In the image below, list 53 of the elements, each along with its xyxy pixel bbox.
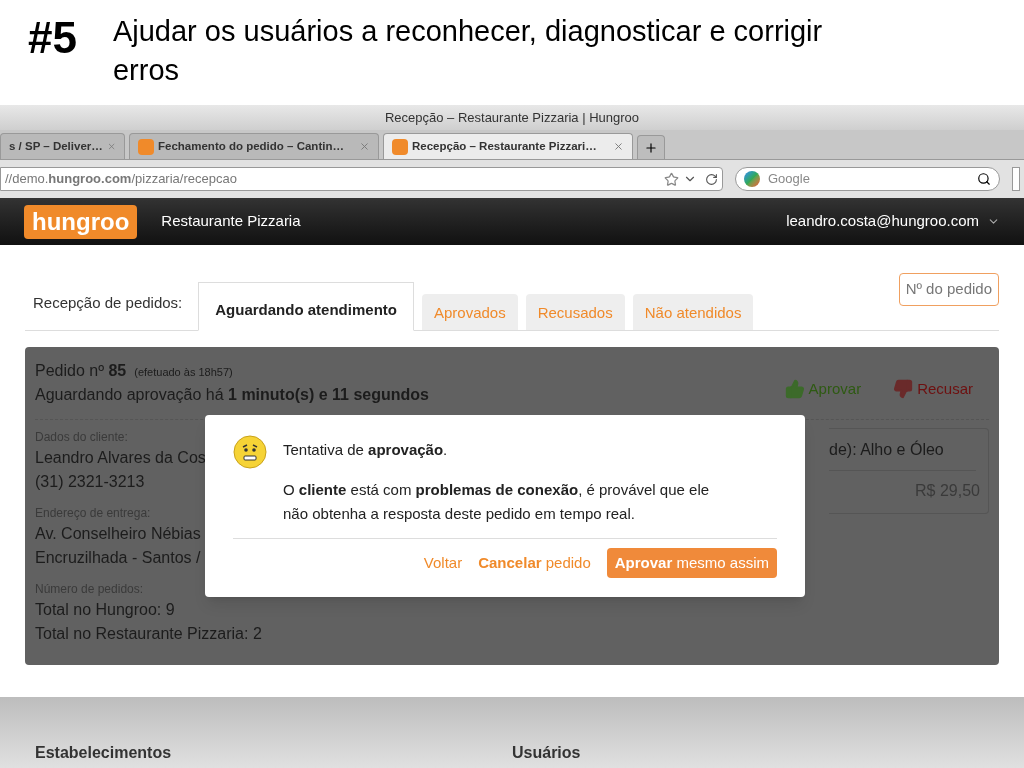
plus-icon xyxy=(644,140,658,155)
worried-emoji-icon xyxy=(233,435,267,469)
url-text: //demo.hungroo.com/pizzaria/recepcao xyxy=(5,170,238,189)
new-tab-button[interactable] xyxy=(637,135,665,159)
url-field[interactable]: //demo.hungroo.com/pizzaria/recepcao xyxy=(0,167,723,191)
footer-heading: Usuários xyxy=(512,743,582,763)
thumbs-up-icon xyxy=(784,379,805,399)
reload-icon[interactable] xyxy=(705,172,718,186)
detail-text: Total no Hungroo: 9 xyxy=(35,600,175,620)
close-icon[interactable] xyxy=(613,141,624,152)
dialog-link[interactable]: Voltar xyxy=(423,551,463,574)
restaurant-name: Restaurante Pizzaria xyxy=(161,211,301,232)
order-status-tab[interactable]: Recusados xyxy=(525,294,625,330)
approve-anyway-button[interactable]: Aprovar mesmo assim xyxy=(606,547,777,578)
tab-label: Fechamento do pedido – Cantin… xyxy=(158,138,345,154)
detail-text: Encruzilhada - Santos / xyxy=(35,548,201,568)
approve-button[interactable]: Aprovar xyxy=(784,377,862,401)
toolbar-button[interactable] xyxy=(1012,167,1020,191)
search-placeholder: Google xyxy=(768,170,811,189)
slide-number: #5 xyxy=(28,16,77,60)
order-status-tab[interactable]: Aguardando atendimento xyxy=(198,282,414,331)
dialog-link[interactable]: Cancelar pedido xyxy=(478,551,591,574)
search-icon[interactable] xyxy=(977,172,991,186)
footer-heading: Estabelecimentos xyxy=(35,743,173,763)
slide-title: Ajudar os usuários a reconhecer, diagnosticar e corrigir erros xyxy=(112,14,824,88)
detail-text: Av. Conselheiro Nébias xyxy=(35,524,201,544)
hungroo-logo[interactable]: hungroo xyxy=(24,204,138,239)
order-time: (efetuado às 18h57) xyxy=(134,365,233,380)
order-number-field[interactable]: Nº do pedido xyxy=(898,273,999,306)
detail-text: (31) 2321-3213 xyxy=(35,472,145,492)
reception-label: Recepção de pedidos: xyxy=(32,292,184,313)
tab-label: s / SP – Deliver… xyxy=(9,138,103,154)
detail-text: Total no Restaurante Pizzaria: 2 xyxy=(35,624,262,644)
refuse-button[interactable]: Recusar xyxy=(893,377,973,401)
order-heading: Pedido nº 85 xyxy=(35,361,127,381)
browser-tab[interactable]: s / SP – Deliver… xyxy=(0,133,125,159)
search-field[interactable]: Google xyxy=(735,167,1000,191)
close-icon[interactable] xyxy=(359,141,370,152)
user-menu[interactable]: leandro.costa@hungroo.com xyxy=(786,210,1000,233)
search-engine-icon xyxy=(744,171,760,187)
order-status-tab[interactable]: Não atendidos xyxy=(632,294,754,330)
star-icon[interactable] xyxy=(664,171,679,187)
browser-tab[interactable]: Fechamento do pedido – Cantin… xyxy=(129,133,379,159)
dialog-message: O cliente está com problemas de conexão, é provável que ele não obtenha a resposta deste pedido em tempo real. xyxy=(283,479,711,524)
waiting-time: Aguardando aprovação há 1 minuto(s) e 11 segundos xyxy=(35,385,429,405)
browser-tab[interactable]: Recepção – Restaurante Pizzari… xyxy=(383,133,633,159)
thumbs-down-icon xyxy=(893,379,914,399)
dialog-title: Tentativa de aprovação. xyxy=(283,440,449,460)
window-title: Recepção – Restaurante Pizzaria | Hungroo xyxy=(384,108,640,127)
detail-text: Leandro Alvares da Cos xyxy=(35,448,206,468)
tab-label: Recepção – Restaurante Pizzari… xyxy=(412,138,598,154)
order-status-tab[interactable]: Aprovados xyxy=(421,294,518,330)
item-name: de): Alho e Óleo xyxy=(829,429,976,471)
